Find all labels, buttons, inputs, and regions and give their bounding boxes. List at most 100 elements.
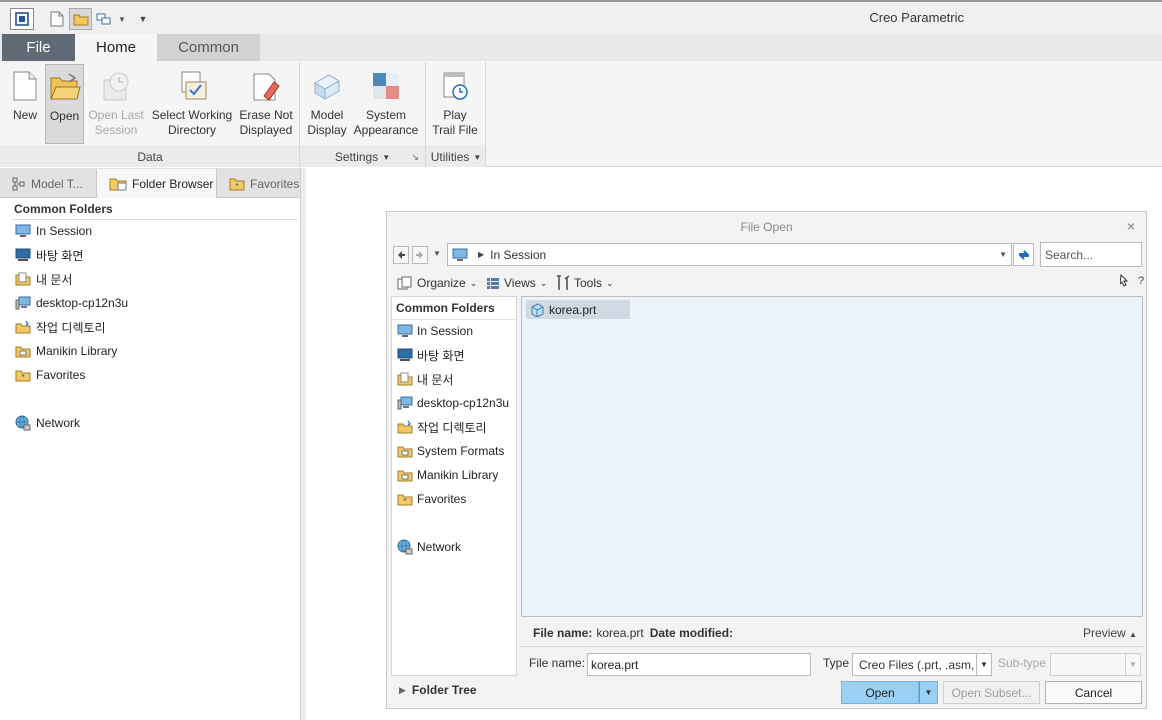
erase-label-1: Erase Not	[239, 108, 293, 122]
file-item-selected[interactable]: korea.prt	[526, 300, 630, 319]
open-subset-button[interactable]: Open Subset...	[943, 681, 1040, 704]
subtype-select[interactable]: ▼	[1050, 653, 1141, 676]
nav-item-label: 작업 디렉토리	[36, 320, 106, 335]
folder-tree-toggle[interactable]: ▶ Folder Tree	[399, 683, 477, 697]
views-label: Views	[504, 276, 536, 290]
new-file-icon[interactable]	[46, 8, 68, 30]
tab-model-tree[interactable]: Model T...	[0, 169, 96, 198]
tab-file[interactable]: File	[2, 34, 75, 61]
type-select[interactable]: Creo Files (.prt, .asm, ▼	[852, 653, 992, 676]
tab-common[interactable]: Common	[157, 34, 260, 61]
tools-menu[interactable]: Tools ⌄	[556, 272, 614, 294]
settings-label-text: Settings	[334, 150, 379, 164]
back-arrow-icon[interactable]	[393, 246, 409, 264]
nav-item-in-session[interactable]: In Session	[14, 221, 92, 241]
close-icon[interactable]: ×	[1124, 219, 1138, 233]
group-settings-label[interactable]: Settings ▼ ↘	[300, 147, 425, 167]
dialog-item-desktop[interactable]: 바탕 화면	[396, 345, 465, 365]
tab-folder-browser[interactable]: Folder Browser	[96, 169, 217, 198]
chevron-down-icon: ▼	[976, 654, 991, 675]
open-last-label-2: Session	[94, 123, 138, 137]
dialog-item-working-directory[interactable]: 작업 디렉토리	[396, 417, 487, 437]
dialog-item-computer[interactable]: desktop-cp12n3u	[396, 393, 509, 413]
model-display-label-2: Display	[307, 123, 347, 137]
dialog-item-manikin-library[interactable]: Manikin Library	[396, 465, 498, 485]
nav-item-label: 바탕 화면	[36, 248, 84, 263]
search-input[interactable]	[1040, 242, 1142, 267]
preview-toggle[interactable]: Preview ▲	[1083, 626, 1137, 640]
new-button[interactable]: New	[8, 64, 42, 142]
open-folder-icon	[46, 65, 83, 109]
views-menu[interactable]: Views ⌄	[486, 272, 547, 294]
context-help-icon[interactable]: ?	[1119, 273, 1144, 288]
nav-item-manikin-library[interactable]: Manikin Library	[14, 341, 117, 361]
erase-icon	[236, 64, 296, 108]
forward-arrow-icon[interactable]	[412, 246, 428, 264]
system-appearance-button[interactable]: System Appearance	[352, 64, 420, 142]
navigator-sash[interactable]	[300, 168, 306, 720]
dialog-common-folders: Common Folders In Session 바탕 화면 내 문서 des…	[391, 296, 517, 676]
open-file-icon[interactable]	[69, 8, 92, 30]
open-button[interactable]: Open	[45, 64, 84, 144]
nav-item-favorites[interactable]: * Favorites	[14, 365, 85, 385]
library-folder-icon	[14, 343, 32, 359]
file-name-field[interactable]	[587, 653, 811, 676]
settings-launcher-icon[interactable]: ↘	[411, 152, 419, 163]
erase-not-displayed-button[interactable]: Erase Not Displayed	[236, 64, 296, 142]
app-menu-icon[interactable]	[10, 8, 34, 30]
chevron-up-icon: ▲	[1129, 630, 1137, 639]
group-utilities-label[interactable]: Utilities ▼	[426, 147, 486, 167]
open-last-label-1: Open Last	[88, 108, 144, 122]
dialog-item-network[interactable]: Network	[396, 537, 461, 557]
cancel-button[interactable]: Cancel	[1045, 681, 1142, 704]
dialog-item-label: Network	[417, 540, 462, 554]
folder-browser-icon	[109, 178, 127, 190]
open-dropdown-icon[interactable]: ▼	[919, 681, 938, 704]
organize-menu[interactable]: Organize ⌄	[397, 272, 477, 294]
working-directory-folder-icon	[14, 319, 32, 335]
tab-home[interactable]: Home	[75, 34, 157, 61]
nav-item-computer[interactable]: desktop-cp12n3u	[14, 293, 128, 313]
dialog-item-favorites[interactable]: * Favorites	[396, 489, 466, 509]
dialog-item-my-documents[interactable]: 내 문서	[396, 369, 453, 389]
system-formats-folder-icon	[396, 444, 413, 459]
refresh-icon[interactable]	[1013, 243, 1034, 266]
dialog-item-label: 작업 디렉토리	[417, 420, 487, 435]
title-bar: ▼ ▼ Creo Parametric	[0, 0, 1162, 34]
nav-item-network[interactable]: Network	[14, 413, 80, 433]
history-dropdown-icon[interactable]: ▼	[433, 249, 441, 258]
dialog-item-in-session[interactable]: In Session	[396, 321, 473, 341]
path-combobox[interactable]: ▶ In Session ▼	[447, 243, 1012, 266]
ribbon: New Open Open Last Session Select Workin…	[0, 61, 1162, 167]
favorites-folder-icon: *	[229, 178, 245, 191]
navigator-tabs: Model T... Folder Browser * Favorites	[0, 168, 306, 198]
path-dropdown-icon[interactable]: ▼	[999, 250, 1007, 259]
select-working-directory-button[interactable]: Select Working Directory	[148, 64, 236, 142]
svg-text:*: *	[235, 182, 238, 191]
customize-toolbar-icon[interactable]: ▼	[136, 8, 150, 30]
open-last-session-button[interactable]: Open Last Session	[86, 64, 146, 142]
favorites-folder-icon: *	[14, 367, 32, 383]
subtype-label: Sub-type	[998, 656, 1047, 670]
monitor-icon	[452, 248, 468, 261]
nav-item-label: In Session	[36, 224, 93, 238]
breadcrumb-separator-icon: ▶	[478, 250, 485, 259]
open-button[interactable]: Open	[841, 681, 919, 704]
utilities-label-text: Utilities	[430, 150, 470, 164]
chevron-down-icon: ⌄	[539, 277, 548, 288]
file-info-row: File name: korea.prt Date modified: Prev…	[521, 621, 1143, 645]
play-trail-file-button[interactable]: Play Trail File	[430, 64, 480, 142]
documents-folder-icon	[396, 372, 413, 387]
svg-text:*: *	[403, 497, 406, 506]
nav-item-working-directory[interactable]: 작업 디렉토리	[14, 317, 106, 337]
window-dropdown-icon[interactable]: ▼	[116, 8, 128, 30]
dialog-item-system-formats[interactable]: System Formats	[396, 441, 504, 461]
new-label: New	[12, 108, 37, 122]
nav-item-desktop[interactable]: 바탕 화면	[14, 245, 84, 265]
model-display-button[interactable]: Model Display	[304, 64, 350, 142]
tab-favorites[interactable]: * Favorites	[217, 169, 305, 198]
nav-item-my-documents[interactable]: 내 문서	[14, 269, 72, 289]
file-list[interactable]: korea.prt	[521, 296, 1143, 617]
window-icon[interactable]	[94, 8, 114, 30]
working-directory-folder-icon	[396, 420, 413, 435]
